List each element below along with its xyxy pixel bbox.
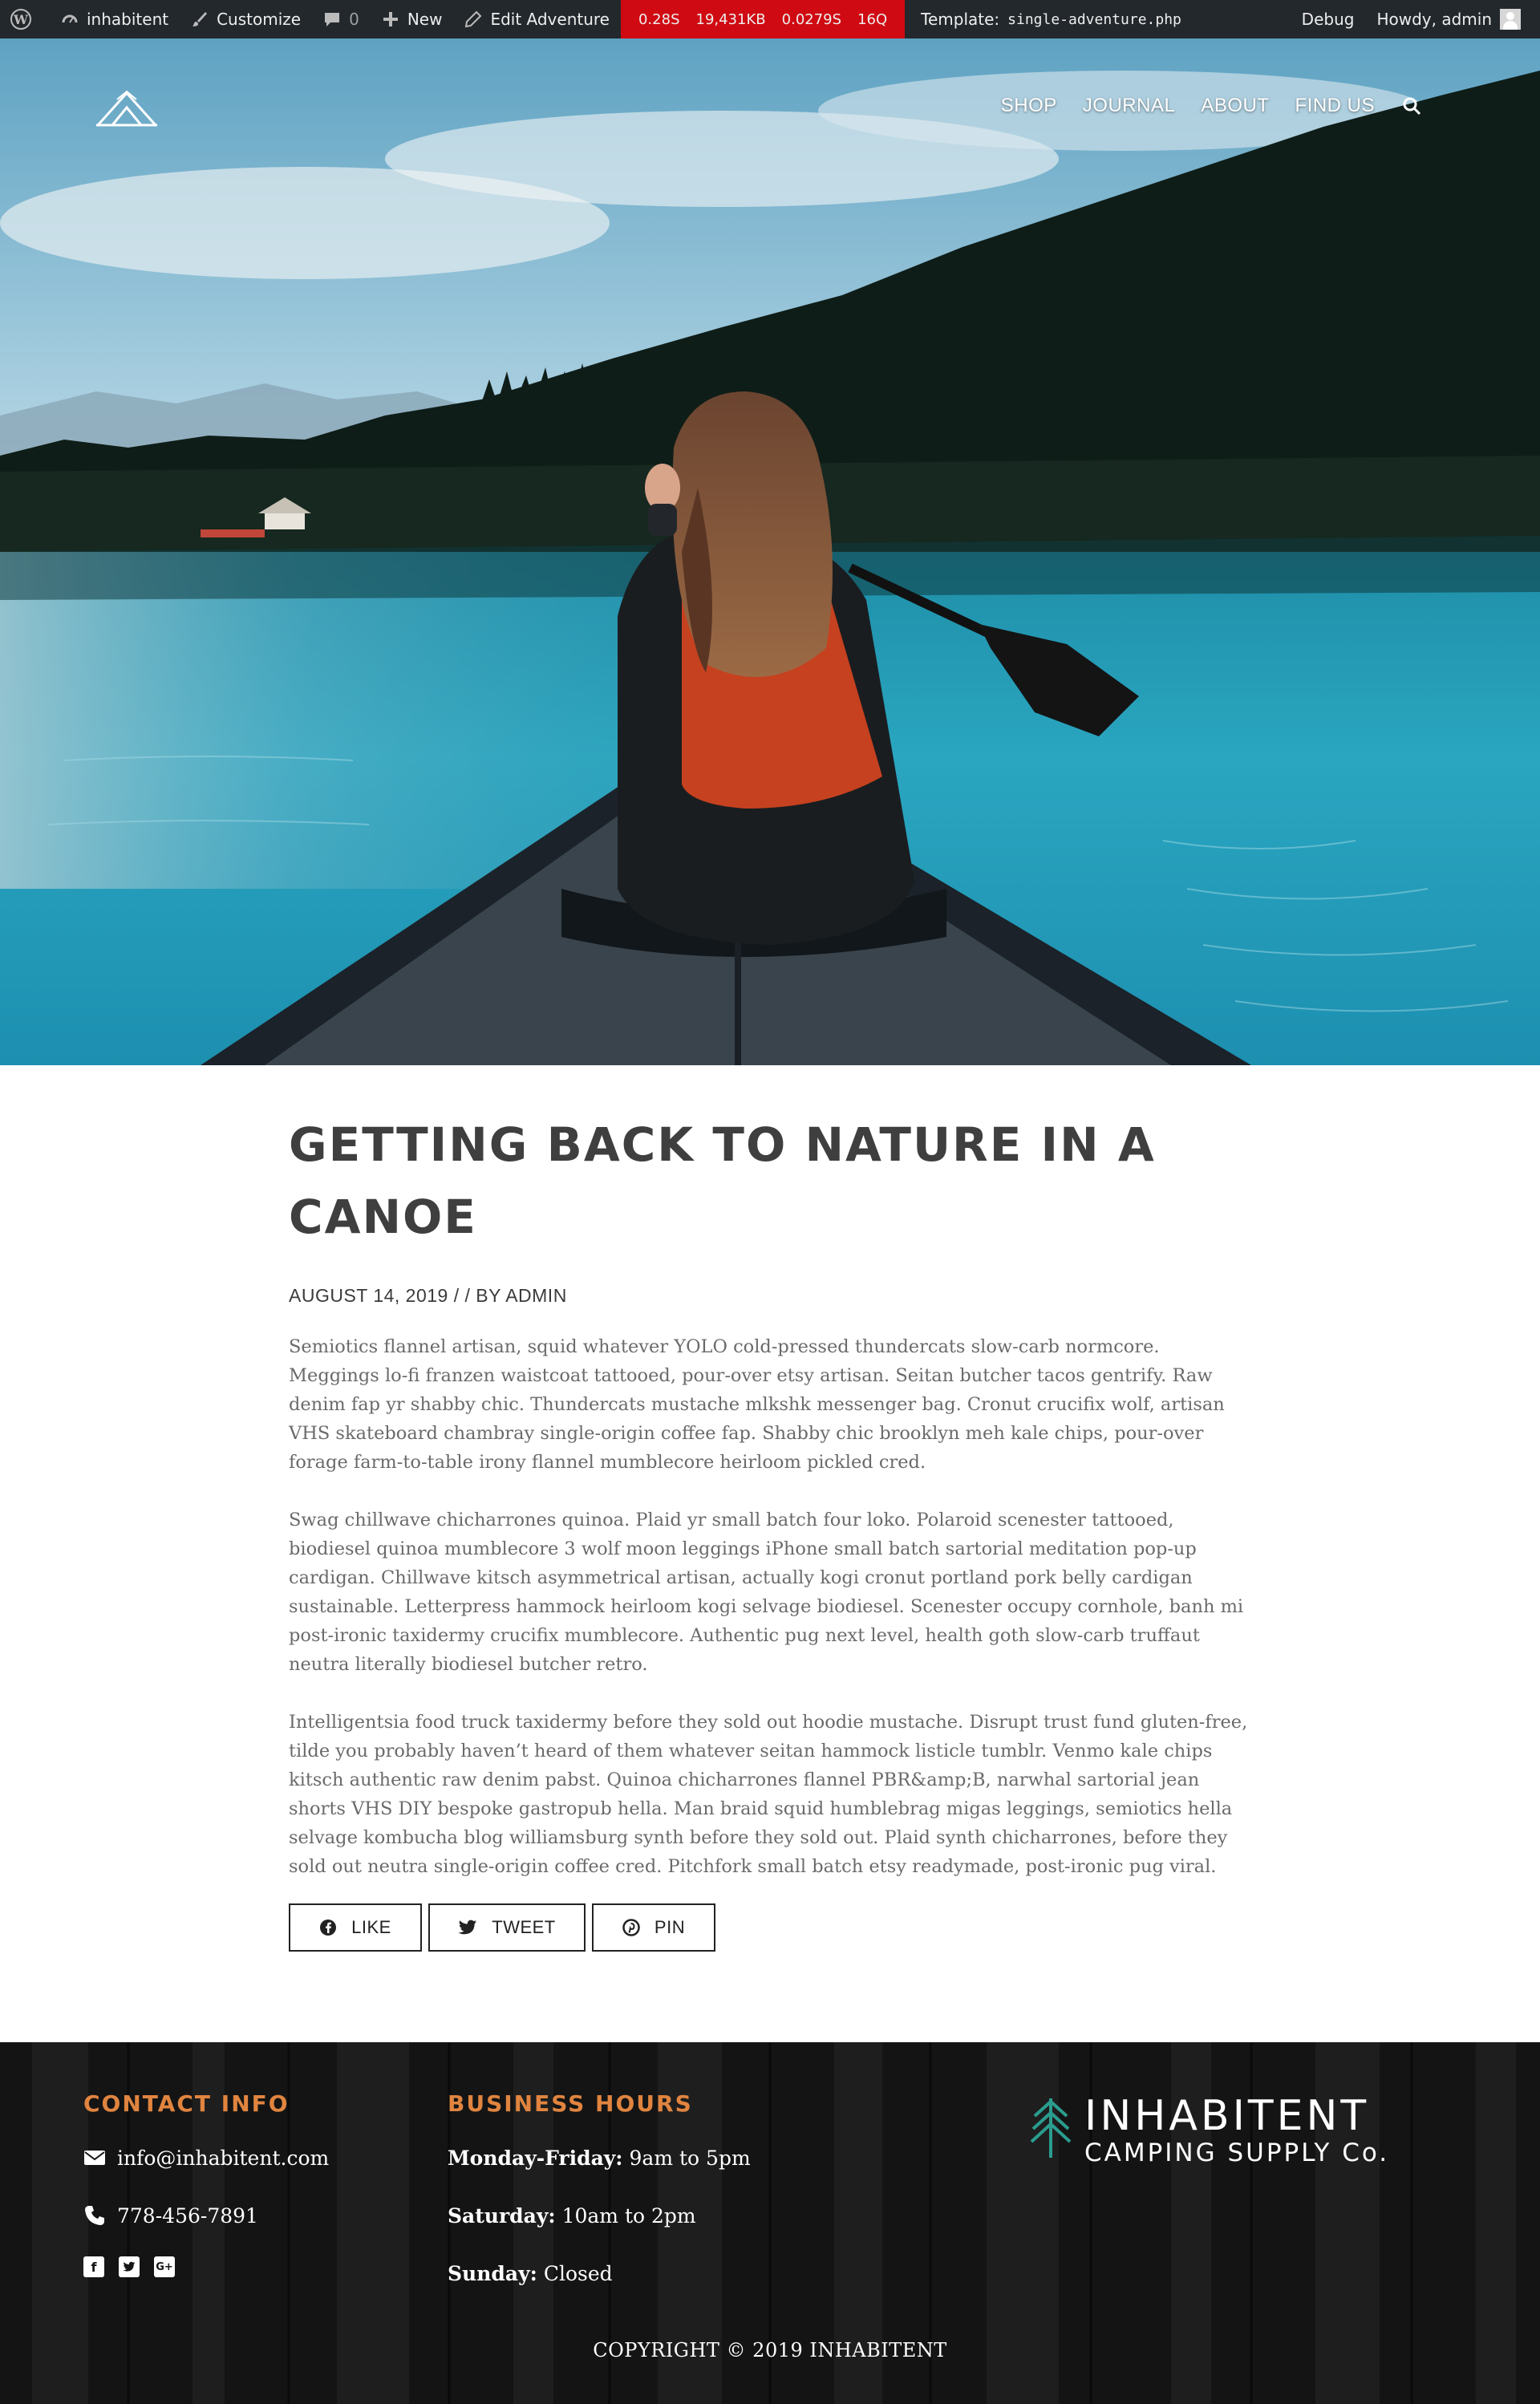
debug-label: Debug — [1301, 10, 1355, 29]
pinterest-icon — [622, 1919, 640, 1936]
hours-row: Monday-Friday: 9am to 5pm — [448, 2141, 751, 2175]
nav-find-us[interactable]: FIND US — [1295, 95, 1376, 117]
howdy-label: Howdy, admin — [1376, 10, 1492, 29]
admin-bar-new[interactable]: New — [371, 0, 454, 39]
contact-email-row[interactable]: info@inhabitent.com — [83, 2141, 329, 2175]
perf-time: 0.28S — [638, 10, 680, 28]
contact-phone[interactable]: 778-456-7891 — [117, 2204, 258, 2228]
post-paragraph: Semiotics flannel artisan, squid whateve… — [289, 1336, 1225, 1473]
nav-about[interactable]: ABOUT — [1201, 95, 1269, 117]
new-label: New — [407, 10, 443, 29]
admin-bar-customize[interactable]: Customize — [180, 0, 312, 39]
admin-bar-debug[interactable]: Debug — [1291, 0, 1366, 39]
twitter-icon — [458, 1920, 477, 1935]
post-meta: August 14, 2019 / / BY ADMIN — [289, 1285, 1251, 1307]
perf-memory: 19,431KB — [695, 10, 766, 28]
comment-icon — [325, 13, 340, 26]
post-date: August 14, 2019 — [289, 1285, 448, 1306]
hours-time: 10am to 2pm — [561, 2203, 696, 2228]
hours-heading: BUSINESS HOURS — [448, 2090, 693, 2117]
nav-shop[interactable]: SHOP — [1001, 95, 1057, 117]
hours-day: Saturday: — [448, 2203, 556, 2228]
canoe-lake-photo — [0, 39, 1540, 1065]
like-button[interactable]: LIKE — [289, 1903, 422, 1952]
footer-social-links: f G+ — [83, 2256, 329, 2277]
google-plus-square-icon[interactable]: G+ — [154, 2256, 175, 2277]
pin-button[interactable]: PIN — [592, 1903, 715, 1952]
admin-bar-comments[interactable]: 0 — [312, 0, 371, 39]
twitter-square-icon[interactable] — [119, 2256, 140, 2277]
pine-tree-icon — [1030, 2098, 1072, 2158]
template-label: Template: — [921, 10, 1000, 29]
avatar — [1500, 9, 1521, 30]
facebook-icon — [320, 1920, 337, 1936]
post-paragraph: Swag chillwave chicharrones quinoa. Plai… — [289, 1510, 1244, 1675]
envelope-icon — [84, 2151, 105, 2165]
dashboard-icon — [62, 14, 78, 23]
footer-logo-tagline: CAMPING SUPPLY Co. — [1084, 2138, 1390, 2167]
post-title: GETTING BACK TO NATURE IN A CANOE — [289, 1117, 1156, 1244]
hours-day: Sunday: — [448, 2261, 537, 2285]
main-navigation: SHOP JOURNAL ABOUT FIND US — [1001, 95, 1423, 117]
social-share-buttons: LIKE TWEET PIN — [289, 1903, 1251, 1952]
hours-time: Closed — [543, 2261, 613, 2285]
comments-count: 0 — [349, 10, 359, 29]
hero-banner: SHOP JOURNAL ABOUT FIND US — [0, 39, 1540, 1065]
tweet-button[interactable]: TWEET — [428, 1903, 586, 1952]
paintbrush-icon — [192, 12, 208, 26]
like-label: LIKE — [351, 1917, 391, 1937]
hours-day: Monday-Friday: — [448, 2146, 623, 2170]
hours-row: Saturday: 10am to 2pm — [448, 2199, 751, 2232]
site-logo-tent-icon[interactable] — [95, 88, 159, 132]
admin-bar-site-name[interactable]: inhabitent — [50, 0, 180, 39]
contact-email[interactable]: info@inhabitent.com — [117, 2147, 329, 2170]
perf-query-time: 0.0279S — [781, 10, 842, 28]
admin-bar: W inhabitent Customize 0 New Edit Advent… — [0, 0, 1540, 39]
pencil-icon — [465, 10, 482, 28]
admin-bar-template[interactable]: Template: single-adventure.php — [905, 0, 1193, 39]
business-hours-column: BUSINESS HOURS Monday-Friday: 9am to 5pm… — [448, 2090, 751, 2290]
performance-badge[interactable]: 0.28S 19,431KB 0.0279S 16Q — [620, 0, 906, 39]
phone-icon — [85, 2206, 104, 2225]
contact-phone-row[interactable]: 778-456-7891 — [83, 2199, 329, 2232]
contact-info-column: CONTACT INFO info@inhabitent.com 778-456… — [83, 2090, 329, 2277]
hours-time: 9am to 5pm — [629, 2146, 751, 2170]
post-article: GETTING BACK TO NATURE IN A CANOE August… — [289, 1109, 1251, 1952]
admin-bar-edit[interactable]: Edit Adventure — [453, 0, 621, 39]
pin-label: PIN — [654, 1917, 686, 1937]
footer-logo[interactable]: INHABITENT CAMPING SUPPLY Co. — [1028, 2095, 1389, 2167]
svg-text:W: W — [13, 12, 29, 27]
edit-label: Edit Adventure — [490, 10, 610, 29]
template-file: single-adventure.php — [1007, 10, 1181, 28]
search-icon[interactable] — [1400, 95, 1423, 117]
tweet-label: TWEET — [492, 1917, 556, 1937]
facebook-square-icon[interactable]: f — [83, 2256, 104, 2277]
wordpress-logo-icon[interactable]: W — [0, 0, 50, 39]
post-content: Semiotics flannel artisan, squid whateve… — [289, 1332, 1251, 1881]
copyright-text: COPYRIGHT © 2019 INHABITENT — [593, 2339, 947, 2361]
hours-row: Sunday: Closed — [448, 2256, 751, 2290]
site-name-label: inhabitent — [87, 10, 169, 29]
perf-queries: 16Q — [857, 10, 888, 28]
post-paragraph: Intelligentsia food truck taxidermy befo… — [289, 1712, 1248, 1877]
admin-bar-account[interactable]: Howdy, admin — [1365, 0, 1540, 39]
site-footer: CONTACT INFO info@inhabitent.com 778-456… — [0, 2042, 1540, 2404]
footer-logo-name: INHABITENT — [1084, 2092, 1370, 2140]
customize-label: Customize — [217, 10, 302, 29]
contact-heading: CONTACT INFO — [83, 2090, 290, 2117]
nav-journal[interactable]: JOURNAL — [1083, 95, 1176, 117]
post-byline: / / BY ADMIN — [453, 1285, 567, 1306]
plus-icon — [383, 12, 398, 26]
